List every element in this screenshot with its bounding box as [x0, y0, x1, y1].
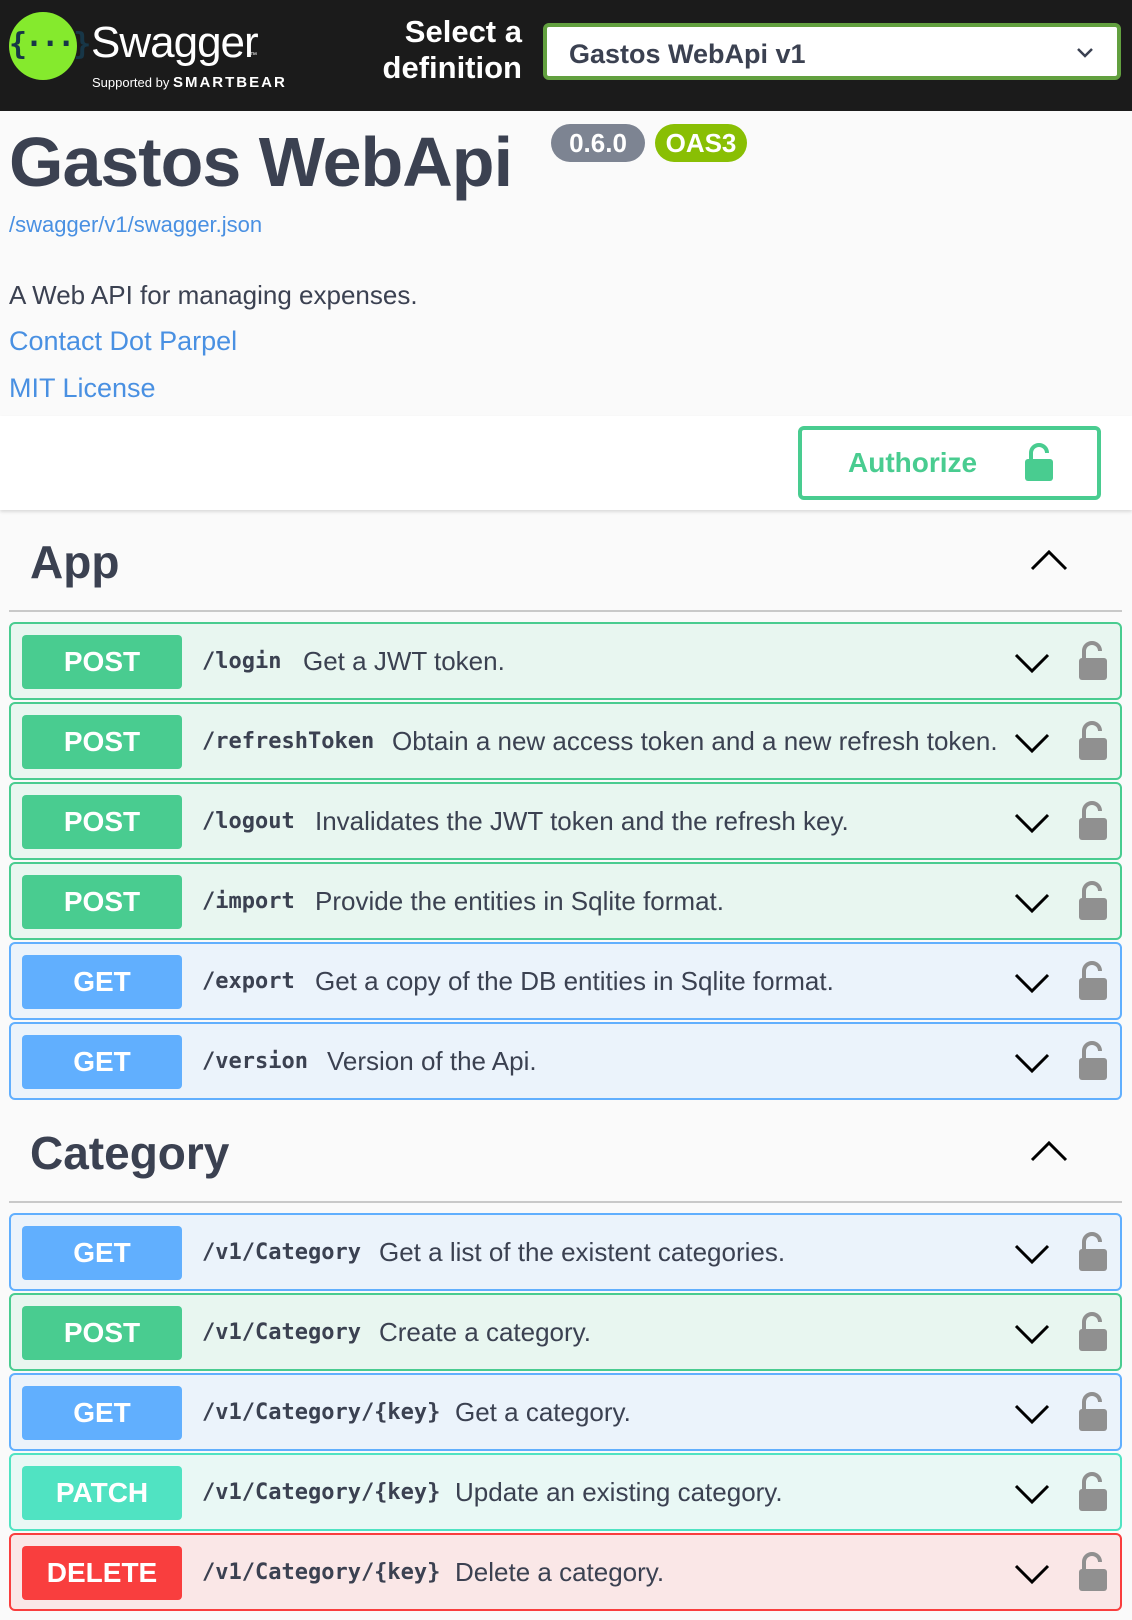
- operation-post[interactable]: POST/refreshToken Obtain a new access tok…: [9, 702, 1122, 780]
- operation-patch[interactable]: PATCH/v1/Category/{key} Update an existin…: [9, 1453, 1122, 1531]
- select-label-line1: Select a: [404, 14, 522, 49]
- chevron-down-icon[interactable]: [1014, 972, 1050, 994]
- chevron-up-icon[interactable]: [1029, 547, 1069, 573]
- operation-summary: Version of the Api.: [327, 1046, 537, 1076]
- select-definition-label: Select a definition: [360, 14, 522, 86]
- supported-by: Supported by SMARTBEAR: [92, 74, 287, 91]
- trademark: ™: [250, 52, 257, 59]
- operation-summary: Invalidates the JWT token and the refres…: [315, 806, 849, 836]
- swagger-logo-icon[interactable]: {···}: [9, 12, 91, 80]
- chevron-up-icon[interactable]: [1029, 1138, 1069, 1164]
- operation-get[interactable]: GET/export Get a copy of the DB entities …: [9, 942, 1122, 1020]
- tag-title: App: [30, 536, 120, 588]
- method-badge: POST: [22, 715, 182, 769]
- chevron-down-icon[interactable]: [1014, 1403, 1050, 1425]
- chevron-down-icon[interactable]: [1014, 1483, 1050, 1505]
- operation-path: /v1/Category/{key}: [202, 1560, 441, 1585]
- operation-summary: Obtain a new access token and a new refr…: [392, 726, 998, 756]
- unlocked-icon[interactable]: [1078, 640, 1108, 680]
- company-name: SMARTBEAR: [172, 74, 287, 91]
- operation-path: /export: [202, 969, 295, 994]
- operation-post[interactable]: POST/logout Invalidates the JWT token and…: [9, 782, 1122, 860]
- operation-path: /v1/Category/{key}: [202, 1400, 441, 1425]
- authorize-button[interactable]: Authorize: [798, 426, 1101, 500]
- operation-delete[interactable]: DELETE/v1/Category/{key} Delete a categor…: [9, 1533, 1122, 1611]
- oas-badge: OAS3: [655, 124, 747, 162]
- unlocked-icon[interactable]: [1078, 960, 1108, 1000]
- unlocked-icon[interactable]: [1078, 880, 1108, 920]
- unlocked-icon[interactable]: [1078, 1471, 1108, 1511]
- operation-post[interactable]: POST/v1/Category Create a category.: [9, 1293, 1122, 1371]
- operation-path: /login: [202, 649, 282, 674]
- version-badge: 0.6.0: [551, 124, 645, 162]
- operation-get[interactable]: GET/v1/Category Get a list of the existen…: [9, 1213, 1122, 1291]
- chevron-down-icon[interactable]: [1014, 1323, 1050, 1345]
- operation-path: /import: [202, 889, 295, 914]
- select-label-line2: definition: [382, 50, 522, 85]
- chevron-down-icon[interactable]: [1014, 652, 1050, 674]
- api-title: Gastos WebApi: [9, 123, 513, 201]
- method-badge: GET: [22, 1386, 182, 1440]
- brand-name[interactable]: Swagger: [91, 18, 259, 68]
- unlocked-icon[interactable]: [1078, 1391, 1108, 1431]
- unlocked-icon[interactable]: [1078, 800, 1108, 840]
- scheme-container: Authorize: [0, 416, 1132, 510]
- chevron-down-icon[interactable]: [1014, 732, 1050, 754]
- unlocked-icon[interactable]: [1078, 720, 1108, 760]
- operation-summary: Get a JWT token.: [303, 646, 505, 676]
- method-badge: POST: [22, 1306, 182, 1360]
- tag-section-app: App POST/login Get a JWT token. POST/refres…: [9, 511, 1122, 1102]
- operation-summary: Get a list of the existent categories.: [379, 1237, 786, 1267]
- method-badge: PATCH: [22, 1466, 182, 1520]
- contact-link[interactable]: Contact Dot Parpel: [9, 326, 237, 357]
- definition-select[interactable]: Gastos WebApi v1: [543, 23, 1121, 80]
- tag-section-category: Category GET/v1/Category Get a list of the…: [9, 1102, 1122, 1613]
- tag-title: Category: [30, 1127, 230, 1179]
- method-badge: GET: [22, 1035, 182, 1089]
- unlocked-icon[interactable]: [1078, 1231, 1108, 1271]
- operation-post[interactable]: POST/login Get a JWT token.: [9, 622, 1122, 700]
- operation-path: /v1/Category: [202, 1240, 361, 1265]
- unlocked-icon: [1025, 443, 1053, 481]
- api-description: A Web API for managing expenses.: [9, 280, 418, 310]
- chevron-down-icon[interactable]: [1014, 1243, 1050, 1265]
- operation-summary: Get a copy of the DB entities in Sqlite …: [315, 966, 834, 996]
- operation-path: /logout: [202, 809, 295, 834]
- chevron-down-icon[interactable]: [1014, 1563, 1050, 1585]
- operation-path: /v1/Category: [202, 1320, 361, 1345]
- authorize-label: Authorize: [848, 447, 978, 478]
- method-badge: POST: [22, 795, 182, 849]
- operation-path: /version: [202, 1049, 308, 1074]
- operation-summary: Delete a category.: [455, 1557, 665, 1587]
- operation-summary: Create a category.: [379, 1317, 591, 1347]
- operation-path: /refreshToken: [202, 729, 375, 754]
- definition-select-value: Gastos WebApi v1: [569, 39, 806, 69]
- operation-path: /v1/Category/{key}: [202, 1480, 441, 1505]
- method-badge: GET: [22, 1226, 182, 1280]
- chevron-down-icon[interactable]: [1014, 812, 1050, 834]
- chevron-down-icon: [1077, 48, 1093, 58]
- operation-get[interactable]: GET/v1/Category/{key} Get a category.: [9, 1373, 1122, 1451]
- unlocked-icon[interactable]: [1078, 1551, 1108, 1591]
- operation-summary: Provide the entities in Sqlite format.: [315, 886, 724, 916]
- license-link[interactable]: MIT License: [9, 373, 156, 404]
- tag-header[interactable]: Category: [9, 1102, 1122, 1203]
- operation-summary: Get a category.: [455, 1397, 631, 1427]
- unlocked-icon[interactable]: [1078, 1311, 1108, 1351]
- supported-by-label: Supported by: [92, 75, 170, 90]
- method-badge: POST: [22, 635, 182, 689]
- tag-header[interactable]: App: [9, 511, 1122, 612]
- method-badge: POST: [22, 875, 182, 929]
- chevron-down-icon[interactable]: [1014, 1052, 1050, 1074]
- top-bar: {···} Swagger ™ Supported by SMARTBEAR S…: [0, 0, 1132, 111]
- operation-summary: Update an existing category.: [455, 1477, 783, 1507]
- method-badge: DELETE: [22, 1546, 182, 1600]
- operation-post[interactable]: POST/import Provide the entities in Sqlit…: [9, 862, 1122, 940]
- method-badge: GET: [22, 955, 182, 1009]
- spec-url-link[interactable]: /swagger/v1/swagger.json: [9, 212, 262, 238]
- chevron-down-icon[interactable]: [1014, 892, 1050, 914]
- unlocked-icon[interactable]: [1078, 1040, 1108, 1080]
- operation-get[interactable]: GET/version Version of the Api.: [9, 1022, 1122, 1100]
